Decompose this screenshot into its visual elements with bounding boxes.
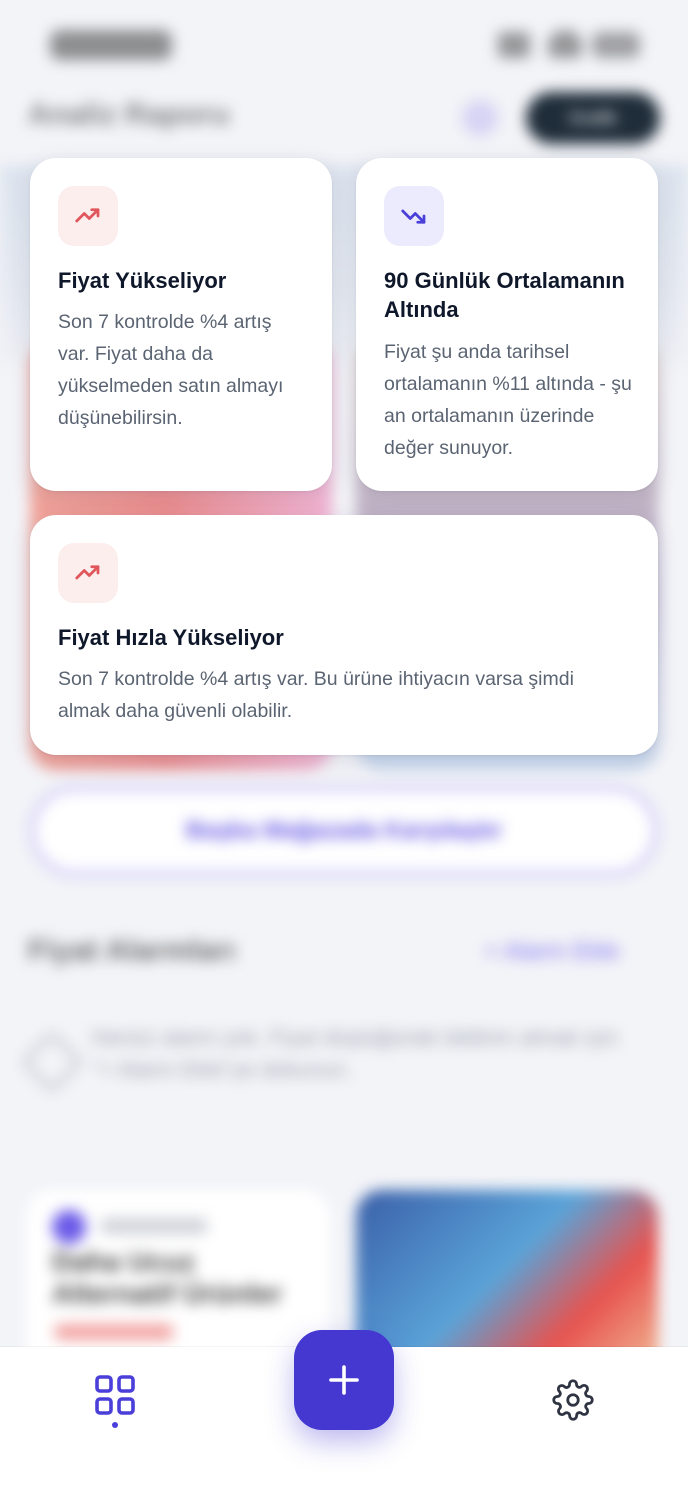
promo-dot bbox=[52, 1210, 86, 1244]
header-action-button[interactable]: Grafik bbox=[526, 92, 660, 144]
insight-card-below-average[interactable]: 90 Günlük Ortalamanın Altında Fiyat şu a… bbox=[356, 158, 658, 491]
status-bar bbox=[0, 0, 688, 90]
plus-icon bbox=[329, 1365, 359, 1395]
trending-up-icon bbox=[58, 186, 118, 246]
compare-store-button[interactable]: Başka Mağazada Karşılaştır bbox=[30, 786, 658, 876]
info-icon[interactable] bbox=[462, 100, 498, 136]
trending-down-icon bbox=[384, 186, 444, 246]
card-body: Fiyat şu anda tarihsel ortalamanın %11 a… bbox=[384, 341, 632, 459]
promo-tag bbox=[54, 1324, 174, 1340]
grid-icon[interactable] bbox=[92, 1372, 138, 1418]
insight-card-price-rising-fast[interactable]: Fiyat Hızla Yükseliyor Son 7 kontrolde %… bbox=[30, 515, 658, 755]
card-body: Son 7 kontrolde %4 artış var. Fiyat daha… bbox=[58, 311, 284, 429]
alarms-title: Fiyat Alarmları bbox=[28, 934, 236, 967]
signal-icon bbox=[498, 32, 530, 58]
promo-title: Daha Ucuz Alternatif Ürünler bbox=[52, 1246, 283, 1309]
settings-icon[interactable] bbox=[552, 1379, 594, 1421]
insight-card-price-rising[interactable]: Fiyat Yükseliyor Son 7 kontrolde %4 artı… bbox=[30, 158, 332, 491]
add-alarm-button[interactable]: + Alarm Ekle bbox=[484, 938, 619, 966]
card-title: Fiyat Yükseliyor bbox=[58, 268, 227, 293]
promo-label-placeholder bbox=[100, 1218, 208, 1234]
active-tab-indicator bbox=[112, 1422, 118, 1428]
status-time bbox=[50, 30, 172, 60]
card-body: Son 7 kontrolde %4 artış var. Bu ürüne i… bbox=[58, 668, 574, 722]
tag-icon bbox=[20, 1030, 84, 1094]
card-title: Fiyat Hızla Yükseliyor bbox=[58, 625, 284, 650]
page-title: Analiz Raporu bbox=[28, 98, 230, 131]
add-button[interactable] bbox=[294, 1330, 394, 1430]
trending-up-icon bbox=[58, 543, 118, 603]
alarms-empty-state: Henüz alarm yok. Fiyat düştüğünde bildir… bbox=[20, 1022, 630, 1094]
battery-icon bbox=[592, 32, 640, 58]
wifi-icon bbox=[548, 30, 582, 58]
alarms-empty-text: Henüz alarm yok. Fiyat düştüğünde bildir… bbox=[92, 1025, 618, 1082]
card-title: 90 Günlük Ortalamanın Altında bbox=[384, 268, 625, 322]
